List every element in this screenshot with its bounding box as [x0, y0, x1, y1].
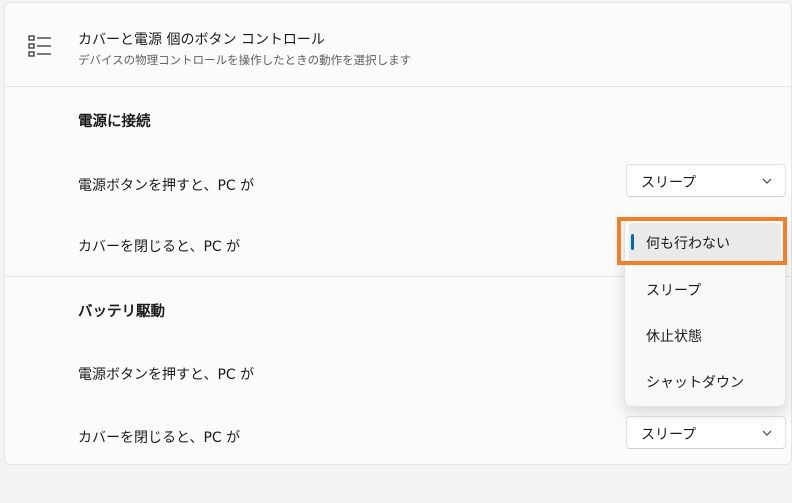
page-title: カバーと電源 個のボタン コントロール — [78, 32, 325, 48]
section-heading-plugged-in: 電源に接続 — [78, 114, 151, 130]
plugged-power-button-combo[interactable]: スリープ — [626, 164, 786, 197]
section-heading-battery: バッテリ駆動 — [78, 304, 165, 320]
plugged-power-button-label: 電源ボタンを押すと、PC が — [78, 178, 255, 194]
chevron-down-icon — [762, 430, 772, 436]
page-subtitle: デバイスの物理コントロールを操作したときの動作を選択します — [78, 53, 412, 67]
list-icon — [28, 35, 51, 57]
highlight-annotation-box — [617, 217, 787, 265]
battery-lid-combo[interactable]: スリープ — [626, 416, 786, 449]
option-label: シャットダウン — [646, 375, 744, 391]
card-header: カバーと電源 個のボタン コントロール デバイスの物理コントロールを操作したとき… — [5, 3, 791, 87]
dropdown-option-hibernate[interactable]: 休止状態 — [629, 316, 781, 354]
combo-value: スリープ — [641, 175, 697, 191]
option-label: スリープ — [646, 283, 702, 299]
battery-power-button-label: 電源ボタンを押すと、PC が — [78, 367, 255, 383]
dropdown-option-sleep[interactable]: スリープ — [629, 270, 781, 308]
battery-lid-label: カバーを閉じると、PC が — [78, 430, 241, 446]
combo-value: スリープ — [641, 427, 697, 443]
dropdown-option-shutdown[interactable]: シャットダウン — [629, 362, 781, 400]
chevron-down-icon — [762, 178, 772, 184]
option-label: 休止状態 — [646, 329, 702, 345]
plugged-lid-label: カバーを閉じると、PC が — [78, 239, 241, 255]
